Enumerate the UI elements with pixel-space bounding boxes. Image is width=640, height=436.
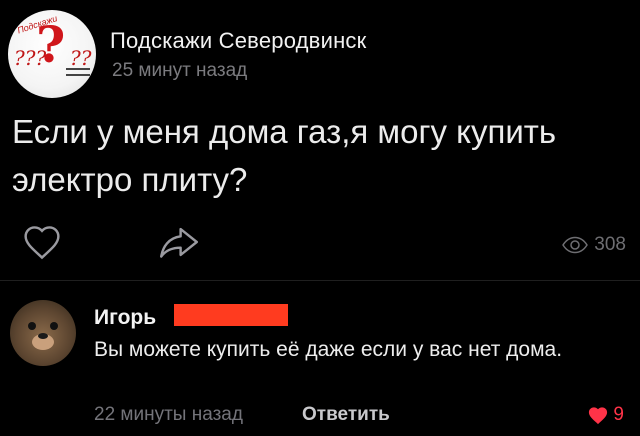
reply-button[interactable]: Ответить <box>302 404 390 426</box>
comment-text: Вы можете купить её даже если у вас нет … <box>94 338 563 361</box>
heart-outline-icon <box>24 226 60 260</box>
comment-meta: 22 минуты назад Ответить 9 <box>94 404 634 430</box>
group-avatar[interactable]: Подскажи ??? ? ?? <box>8 10 96 98</box>
like-button[interactable] <box>22 224 70 266</box>
group-name[interactable]: Подскажи Северодвинск <box>110 28 366 54</box>
post-header: Подскажи ??? ? ?? Подскажи Северодвинск … <box>8 10 608 100</box>
avatar-nose <box>38 333 48 339</box>
avatar-scribble <box>66 68 90 70</box>
divider <box>0 280 640 281</box>
eye-icon <box>562 236 589 254</box>
comment-like-count: 9 <box>613 404 624 425</box>
share-button[interactable] <box>158 224 206 266</box>
avatar-eye-left <box>28 322 36 330</box>
post-timestamp: 25 минут назад <box>112 60 248 81</box>
avatar-question-mark: ? <box>36 15 66 74</box>
share-arrow-icon <box>160 227 198 258</box>
avatar-eye-right <box>50 322 58 330</box>
heart-filled-icon <box>589 407 608 425</box>
comment-author-name[interactable]: Игорь <box>94 306 156 330</box>
comment-timestamp: 22 минуты назад <box>94 404 243 425</box>
comment-like-button[interactable]: 9 <box>587 404 624 426</box>
post-actions: 308 <box>0 218 640 266</box>
comment-author-avatar[interactable] <box>10 300 76 366</box>
views-counter: 308 <box>562 230 626 260</box>
views-count: 308 <box>594 234 626 255</box>
post-text: Если у меня дома газ,я могу купить элект… <box>12 113 557 198</box>
avatar-question-marks-right: ?? <box>70 46 92 70</box>
redaction-bar <box>174 304 288 326</box>
